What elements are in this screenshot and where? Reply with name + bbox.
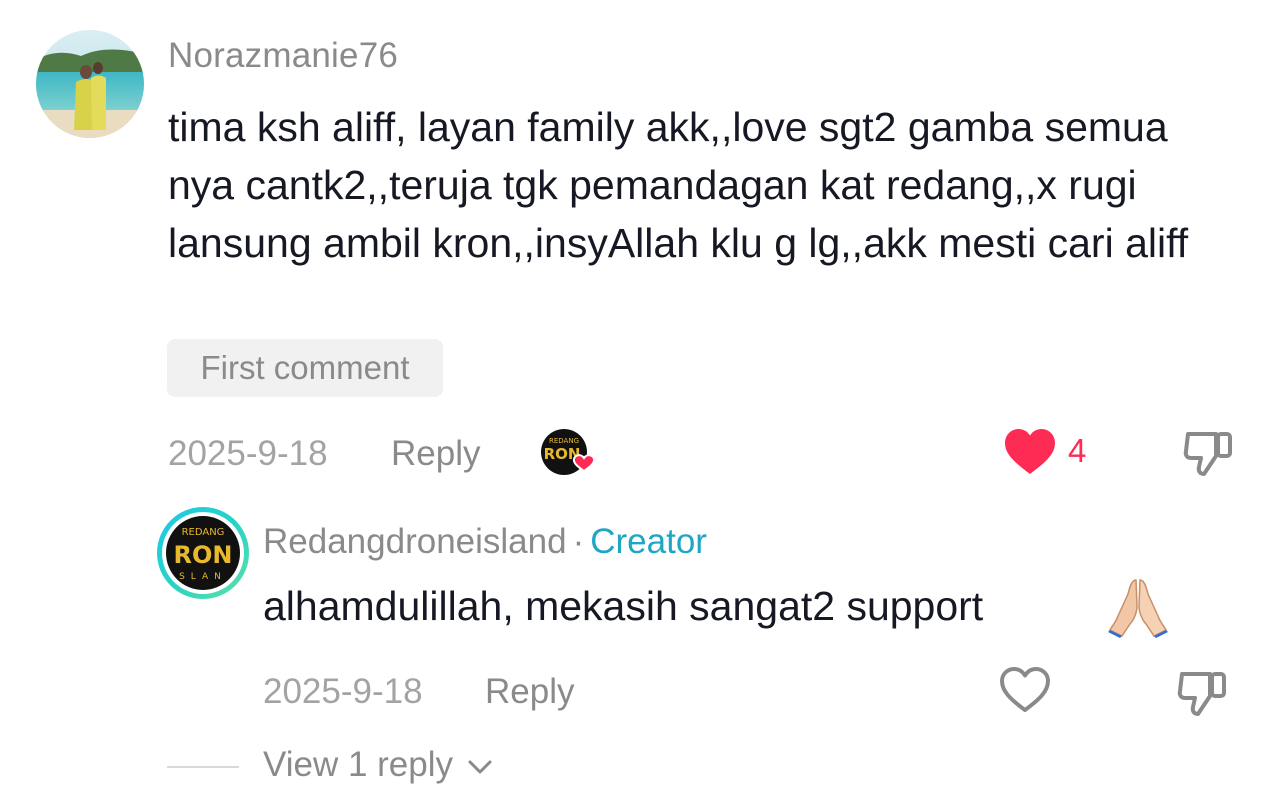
view-replies-button[interactable]: View 1 reply [263, 745, 493, 785]
comment-username[interactable]: Norazmanie76 [168, 36, 398, 76]
reply-like-button[interactable] [999, 666, 1051, 719]
reply-to-reply-button[interactable]: Reply [485, 672, 574, 712]
svg-text:REDANG: REDANG [182, 527, 225, 538]
thumbs-down-icon [1177, 672, 1226, 716]
creator-avatar[interactable]: REDANG RON SLAN [155, 505, 251, 601]
heart-filled-icon [1005, 429, 1055, 474]
divider [167, 766, 239, 768]
creator-liked-icon: REDANG RON [540, 428, 596, 476]
like-button[interactable] [1004, 428, 1056, 481]
thumbs-down-icon [1183, 432, 1232, 476]
folded-hands-icon [1108, 576, 1168, 643]
heart-outline-icon [1000, 667, 1050, 712]
svg-text:REDANG: REDANG [549, 437, 579, 445]
beach-photo-avatar [36, 30, 144, 138]
reply-button[interactable]: Reply [391, 434, 480, 474]
reply-author[interactable]: Redangdroneisland · Creator [263, 522, 707, 562]
reply-text: alhamdulillah, mekasih sangat2 support [263, 583, 984, 629]
reply-dislike-button[interactable] [1176, 668, 1228, 723]
reply-username[interactable]: Redangdroneisland [263, 522, 567, 561]
redang-drone-logo: REDANG RON SLAN [157, 507, 249, 599]
view-replies-label: View 1 reply [263, 745, 454, 784]
separator-dot: · [572, 522, 585, 561]
chevron-down-icon [468, 760, 492, 774]
first-comment-badge: First comment [167, 339, 443, 397]
comment-text: tima ksh aliff, layan family akk,,love s… [168, 104, 1189, 266]
svg-text:SLAN: SLAN [179, 572, 227, 582]
svg-text:RON: RON [174, 541, 233, 569]
dislike-button[interactable] [1182, 428, 1234, 483]
reply-date: 2025-9-18 [263, 672, 423, 711]
creator-label: Creator [590, 522, 707, 561]
like-count: 4 [1068, 432, 1087, 469]
comment-thread: Norazmanie76 tima ksh aliff, layan famil… [0, 0, 1280, 810]
comment-date: 2025-9-18 [168, 434, 328, 473]
user-avatar[interactable] [36, 30, 144, 138]
